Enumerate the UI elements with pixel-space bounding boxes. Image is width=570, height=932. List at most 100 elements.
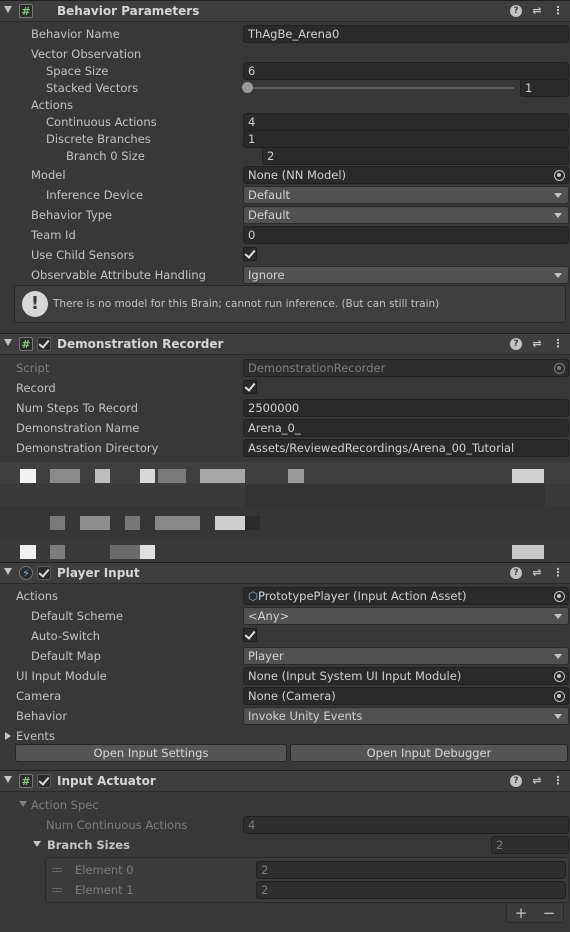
buttons-row: Open Input Settings Open Input Debugger bbox=[0, 743, 570, 763]
presets-icon[interactable]: ⇌ bbox=[531, 337, 543, 351]
component-enabled-checkbox[interactable] bbox=[37, 774, 51, 788]
camera-row: Camera None (Camera) bbox=[0, 686, 570, 706]
model-label: Model bbox=[31, 168, 66, 182]
help-box: ! There is no model for this Brain; cann… bbox=[14, 285, 566, 323]
component-enabled-checkbox[interactable] bbox=[37, 337, 51, 351]
action-spec-row: Action Spec bbox=[0, 795, 570, 815]
space-size-label: Space Size bbox=[46, 64, 109, 78]
model-field[interactable]: None (NN Model) bbox=[243, 166, 569, 184]
remove-element-button[interactable]: − bbox=[543, 904, 556, 922]
num-steps-field[interactable]: 2500000 bbox=[243, 399, 569, 417]
foldout-icon[interactable] bbox=[4, 6, 12, 13]
ui-input-module-field[interactable]: None (Input System UI Input Module) bbox=[243, 667, 569, 685]
record-label: Record bbox=[16, 381, 56, 395]
behavior-name-field[interactable]: ThAgBe_Arena0 bbox=[243, 25, 569, 43]
redacted-block bbox=[140, 469, 155, 483]
pi-actions-row: Actions ⬡PrototypePlayer (Input Action A… bbox=[0, 586, 570, 606]
ui-input-module-label: UI Input Module bbox=[16, 669, 107, 683]
presets-icon[interactable]: ⇌ bbox=[531, 4, 543, 18]
observable-attr-dropdown[interactable]: Ignore bbox=[243, 266, 569, 284]
auto-switch-checkbox[interactable] bbox=[243, 628, 257, 642]
input-actuator-header[interactable]: # Input Actuator ? ⇌ ⋮ bbox=[0, 770, 570, 792]
redacted-block bbox=[20, 469, 36, 483]
observable-attr-row: Observable Attribute Handling Ignore bbox=[0, 265, 570, 285]
behavior-type-dropdown[interactable]: Default bbox=[243, 206, 569, 224]
object-picker-icon[interactable] bbox=[554, 691, 565, 702]
foldout-icon[interactable] bbox=[4, 568, 12, 575]
add-element-button[interactable]: + bbox=[515, 904, 528, 922]
num-steps-label: Num Steps To Record bbox=[16, 401, 139, 415]
redacted-header bbox=[0, 462, 570, 484]
default-map-dropdown[interactable]: Player bbox=[243, 647, 569, 665]
player-input-header[interactable]: ⚡ Player Input ? ⇌ ⋮ bbox=[0, 562, 570, 584]
default-scheme-row: Default Scheme <Any> bbox=[0, 606, 570, 626]
menu-icon[interactable]: ⋮ bbox=[552, 4, 564, 18]
redacted-block bbox=[288, 469, 304, 483]
record-checkbox[interactable] bbox=[243, 380, 257, 394]
player-input-icon: ⚡ bbox=[19, 566, 33, 580]
menu-icon[interactable]: ⋮ bbox=[552, 337, 564, 351]
object-picker-icon[interactable] bbox=[554, 591, 565, 602]
help-icon[interactable]: ? bbox=[510, 5, 522, 17]
redacted-block bbox=[245, 484, 545, 506]
camera-value: None (Camera) bbox=[248, 689, 336, 703]
branch0-size-field[interactable]: 2 bbox=[262, 147, 569, 165]
num-continuous-label: Num Continuous Actions bbox=[46, 818, 188, 832]
vector-observation-label: Vector Observation bbox=[31, 47, 142, 61]
presets-icon[interactable]: ⇌ bbox=[531, 566, 543, 580]
foldout-icon[interactable] bbox=[4, 776, 12, 783]
drag-handle-icon[interactable] bbox=[52, 868, 62, 872]
inference-device-dropdown[interactable]: Default bbox=[243, 186, 569, 204]
model-value: None (NN Model) bbox=[248, 168, 347, 182]
drag-handle-icon[interactable] bbox=[52, 888, 62, 892]
behavior-dropdown[interactable]: Invoke Unity Events bbox=[243, 707, 569, 725]
auto-switch-label: Auto-Switch bbox=[31, 629, 101, 643]
foldout-icon[interactable] bbox=[33, 841, 41, 847]
element-label: Element 1 bbox=[75, 883, 134, 897]
script-label: Script bbox=[16, 361, 50, 375]
continuous-actions-label: Continuous Actions bbox=[46, 115, 157, 129]
menu-icon[interactable]: ⋮ bbox=[552, 774, 564, 788]
branch-sizes-label: Branch Sizes bbox=[47, 838, 130, 852]
pi-actions-label: Actions bbox=[16, 589, 59, 603]
behavior-type-label: Behavior Type bbox=[31, 208, 113, 222]
component-title: Demonstration Recorder bbox=[57, 337, 224, 351]
help-icon[interactable]: ? bbox=[510, 775, 522, 787]
branch0-size-label: Branch 0 Size bbox=[66, 149, 145, 163]
help-icon[interactable]: ? bbox=[510, 338, 522, 350]
default-scheme-label: Default Scheme bbox=[31, 609, 123, 623]
team-id-field[interactable]: 0 bbox=[243, 226, 569, 244]
demo-dir-field[interactable]: Assets/ReviewedRecordings/Arena_00_Tutor… bbox=[243, 439, 569, 457]
redacted-block bbox=[512, 545, 544, 559]
use-child-sensors-row: Use Child Sensors bbox=[0, 245, 570, 265]
pi-actions-field[interactable]: ⬡PrototypePlayer (Input Action Asset) bbox=[243, 587, 569, 605]
default-map-label: Default Map bbox=[31, 649, 101, 663]
stacked-vectors-slider-handle[interactable] bbox=[242, 82, 253, 93]
object-picker-icon[interactable] bbox=[554, 671, 565, 682]
demonstration-recorder-header[interactable]: # Demonstration Recorder ? ⇌ ⋮ bbox=[0, 333, 570, 355]
open-input-debugger-button[interactable]: Open Input Debugger bbox=[290, 744, 568, 762]
foldout-icon[interactable] bbox=[4, 339, 12, 346]
foldout-closed-icon[interactable] bbox=[5, 732, 11, 740]
object-picker-icon[interactable] bbox=[554, 170, 565, 181]
demo-name-field[interactable]: Arena_0_ bbox=[243, 419, 569, 437]
presets-icon[interactable]: ⇌ bbox=[531, 774, 543, 788]
num-steps-row: Num Steps To Record 2500000 bbox=[0, 398, 570, 418]
demo-dir-label: Demonstration Directory bbox=[16, 441, 159, 455]
open-input-settings-button[interactable]: Open Input Settings bbox=[15, 744, 287, 762]
default-map-row: Default Map Player bbox=[0, 646, 570, 666]
stacked-vectors-slider-track[interactable] bbox=[246, 87, 514, 89]
redacted-block bbox=[512, 469, 544, 483]
use-child-sensors-label: Use Child Sensors bbox=[31, 248, 135, 262]
redacted-block bbox=[50, 469, 80, 483]
menu-icon[interactable]: ⋮ bbox=[552, 566, 564, 580]
behavior-parameters-header[interactable]: # Behavior Parameters ? ⇌ ⋮ bbox=[0, 0, 570, 22]
help-icon[interactable]: ? bbox=[510, 567, 522, 579]
default-scheme-dropdown[interactable]: <Any> bbox=[243, 607, 569, 625]
camera-field[interactable]: None (Camera) bbox=[243, 687, 569, 705]
element-field: 2 bbox=[256, 881, 566, 899]
component-enabled-checkbox[interactable] bbox=[37, 566, 51, 580]
stacked-vectors-label: Stacked Vectors bbox=[46, 81, 139, 95]
use-child-sensors-checkbox[interactable] bbox=[243, 247, 257, 261]
script-icon: # bbox=[19, 774, 33, 788]
